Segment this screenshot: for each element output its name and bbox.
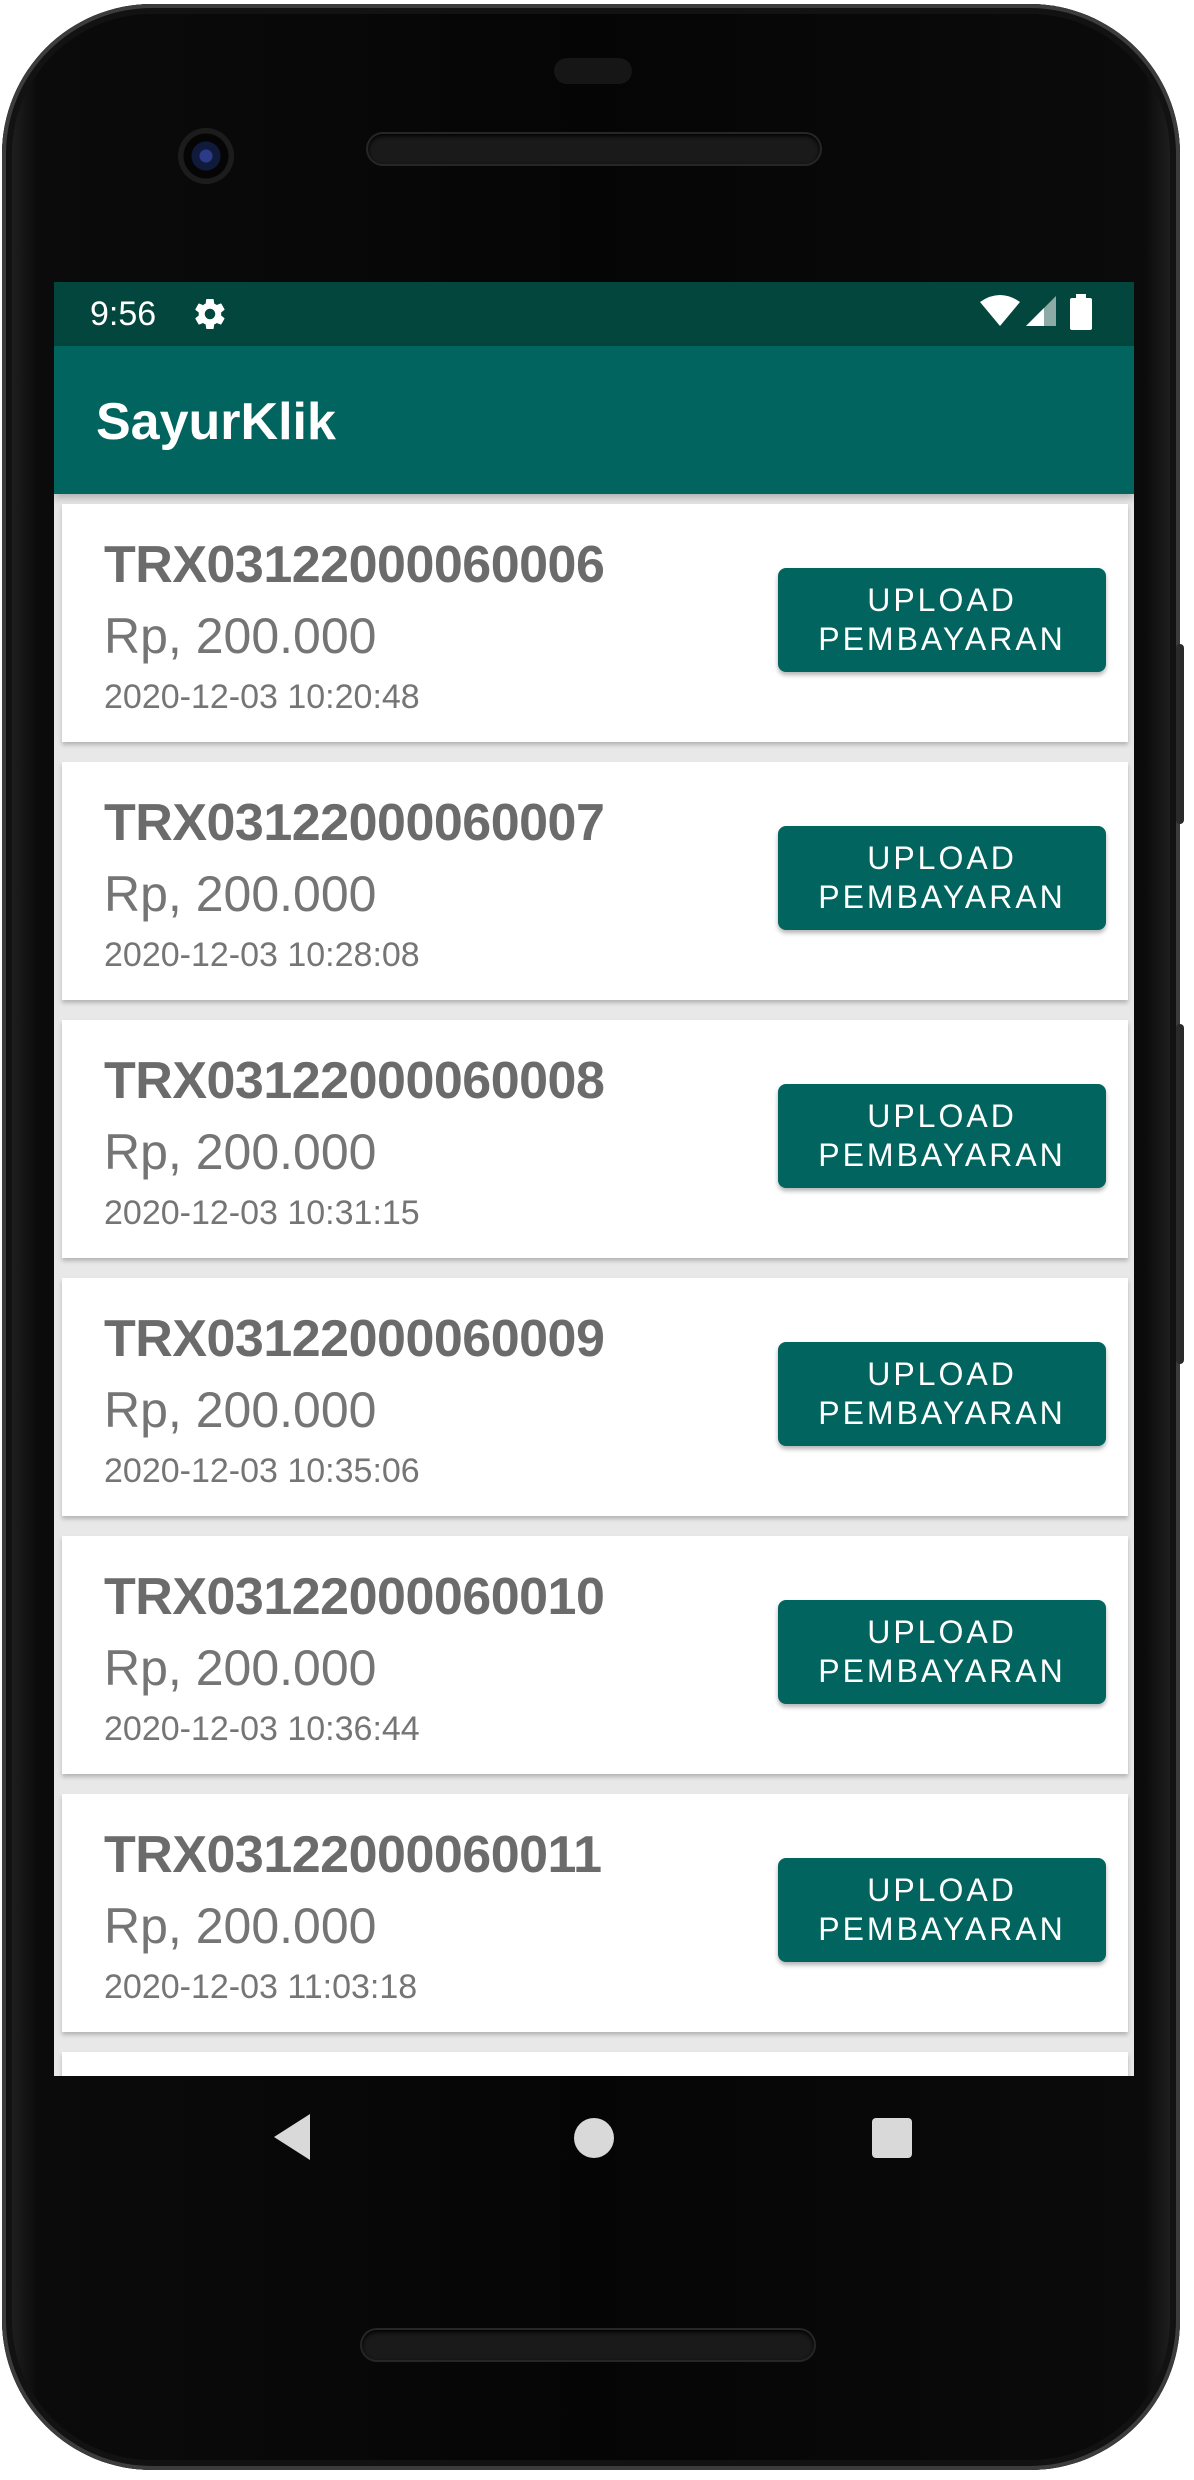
transaction-card: TRX03122000060008 Rp, 200.000 2020-12-03…: [62, 1020, 1128, 1258]
upload-payment-button[interactable]: UPLOAD PEMBAYARAN: [778, 568, 1106, 672]
top-speaker-grille: [368, 134, 820, 164]
upload-button-label-line2: PEMBAYARAN: [818, 1911, 1066, 1947]
upload-payment-button[interactable]: UPLOAD PEMBAYARAN: [778, 1342, 1106, 1446]
upload-button-label-line1: UPLOAD: [867, 1872, 1017, 1908]
upload-button-label-line1: UPLOAD: [867, 1356, 1017, 1392]
gear-icon: [195, 299, 225, 330]
transaction-date: 2020-12-03 10:31:15: [104, 1194, 420, 1232]
transaction-id: TRX03122000060006: [104, 536, 605, 594]
upload-button-label-line1: UPLOAD: [867, 840, 1017, 876]
back-icon[interactable]: [270, 2112, 314, 2162]
transaction-amount: Rp, 200.000: [104, 866, 377, 922]
front-camera: [178, 128, 234, 184]
upload-button-label-line1: UPLOAD: [867, 1614, 1017, 1650]
transaction-card: TRX03122000060011 Rp, 200.000 2020-12-03…: [62, 1794, 1128, 2032]
transaction-card: TRX03122000060007 Rp, 200.000 2020-12-03…: [62, 762, 1128, 1000]
transaction-date: 2020-12-03 10:35:06: [104, 1452, 420, 1490]
transaction-amount: Rp, 200.000: [104, 1640, 377, 1696]
app-bar: SayurKlik: [54, 346, 1134, 494]
signal-icon: [1026, 296, 1056, 326]
wifi-icon: [980, 295, 1020, 326]
transaction-id: TRX03122000060010: [104, 1568, 605, 1626]
power-button: [1176, 644, 1184, 824]
upload-payment-button[interactable]: UPLOAD PEMBAYARAN: [778, 826, 1106, 930]
transaction-card-partial: [62, 2052, 1128, 2076]
transaction-date: 2020-12-03 10:36:44: [104, 1710, 420, 1748]
transaction-list[interactable]: TRX03122000060006 Rp, 200.000 2020-12-03…: [62, 504, 1128, 2076]
app-title: SayurKlik: [96, 393, 336, 451]
transaction-date: 2020-12-03 11:03:18: [104, 1968, 418, 2006]
transaction-id: TRX03122000060009: [104, 1310, 605, 1368]
transaction-amount: Rp, 200.000: [104, 1124, 377, 1180]
upload-button-label-line1: UPLOAD: [867, 1098, 1017, 1134]
home-icon[interactable]: [574, 2118, 614, 2158]
upload-payment-button[interactable]: UPLOAD PEMBAYARAN: [778, 1084, 1106, 1188]
transaction-card: TRX03122000060010 Rp, 200.000 2020-12-03…: [62, 1536, 1128, 1774]
transaction-date: 2020-12-03 10:20:48: [104, 678, 420, 716]
transaction-id: TRX03122000060008: [104, 1052, 605, 1110]
transaction-card: TRX03122000060009 Rp, 200.000 2020-12-03…: [62, 1278, 1128, 1516]
upload-button-label-line1: UPLOAD: [867, 582, 1017, 618]
phone-frame: 9:56 SayurKlik TRX03122000060006 Rp, 200…: [2, 4, 1184, 2470]
transaction-amount: Rp, 200.000: [104, 608, 377, 664]
screen: 9:56 SayurKlik TRX03122000060006 Rp, 200…: [54, 282, 1134, 2076]
upload-button-label-line2: PEMBAYARAN: [818, 1137, 1066, 1173]
upload-payment-button[interactable]: UPLOAD PEMBAYARAN: [778, 1858, 1106, 1962]
upload-payment-button[interactable]: UPLOAD PEMBAYARAN: [778, 1600, 1106, 1704]
volume-button: [1176, 1024, 1184, 1364]
upload-button-label-line2: PEMBAYARAN: [818, 879, 1066, 915]
upload-button-label-line2: PEMBAYARAN: [818, 621, 1066, 657]
recents-icon[interactable]: [872, 2118, 912, 2158]
bottom-speaker-grille: [362, 2330, 814, 2360]
status-bar: 9:56: [54, 282, 1134, 346]
upload-button-label-line2: PEMBAYARAN: [818, 1395, 1066, 1431]
transaction-id: TRX03122000060007: [104, 794, 605, 852]
earpiece: [554, 58, 632, 84]
upload-button-label-line2: PEMBAYARAN: [818, 1653, 1066, 1689]
transaction-id: TRX03122000060011: [104, 1826, 602, 1884]
status-icons: [980, 294, 1092, 330]
battery-icon: [1070, 294, 1092, 330]
transaction-date: 2020-12-03 10:28:08: [104, 936, 420, 974]
status-time: 9:56: [90, 295, 157, 333]
transaction-amount: Rp, 200.000: [104, 1382, 377, 1438]
transaction-amount: Rp, 200.000: [104, 1898, 377, 1954]
transaction-card: TRX03122000060006 Rp, 200.000 2020-12-03…: [62, 504, 1128, 742]
